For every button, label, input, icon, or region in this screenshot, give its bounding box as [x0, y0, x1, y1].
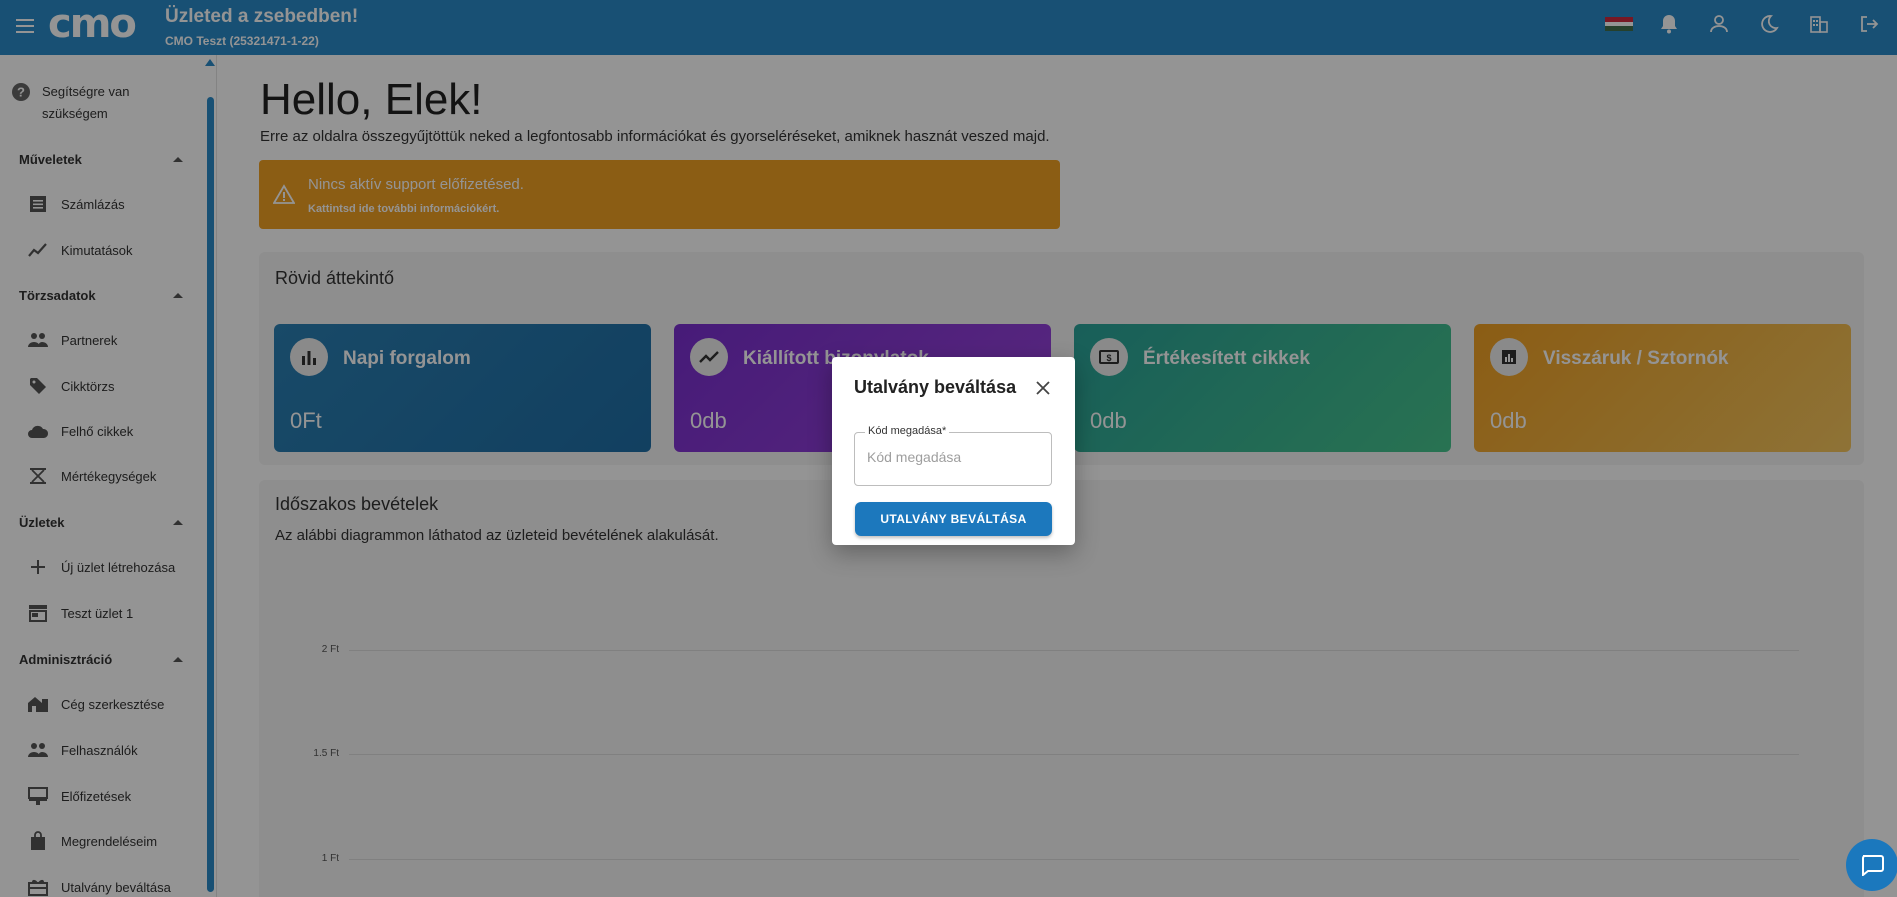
chat-icon[interactable]	[1846, 839, 1897, 891]
close-icon[interactable]	[1032, 377, 1054, 399]
dialog-title: Utalvány beváltása	[854, 377, 1017, 397]
voucher-dialog: Utalvány beváltása Kód megadása* UTALVÁN…	[832, 357, 1075, 545]
voucher-code-label: Kód megadása*	[865, 425, 950, 437]
voucher-code-field: Kód megadása*	[854, 425, 1052, 486]
voucher-code-input[interactable]	[867, 449, 1039, 465]
redeem-voucher-button[interactable]: UTALVÁNY BEVÁLTÁSA	[855, 502, 1052, 536]
